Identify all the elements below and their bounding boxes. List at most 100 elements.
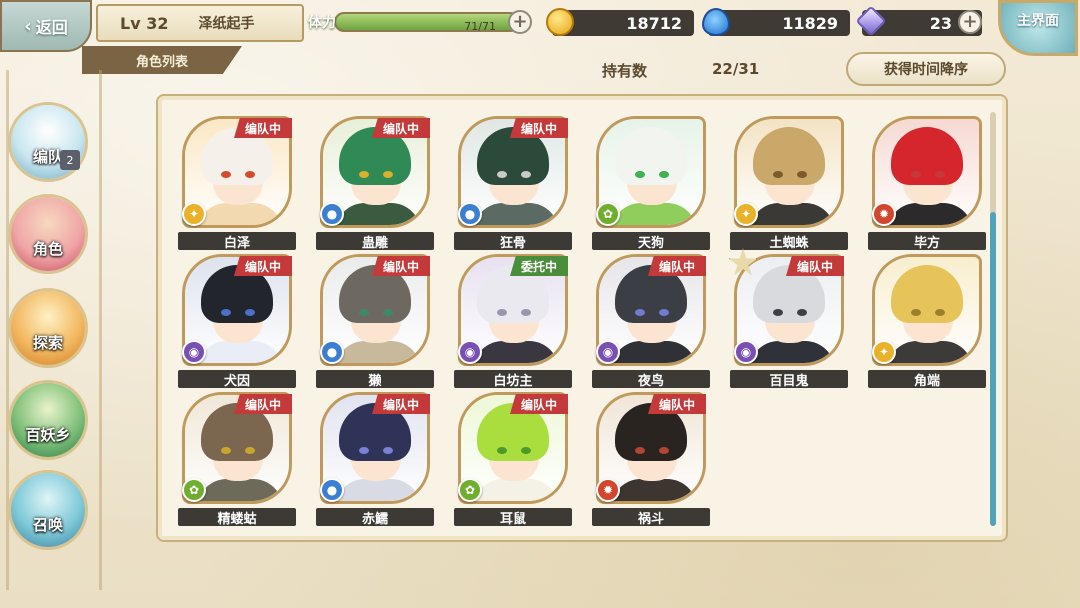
status-badge: 编队中 [648, 256, 706, 276]
nav-character-button[interactable]: 角色 [8, 194, 88, 274]
nav-explore-button[interactable]: 探索 [8, 288, 88, 368]
character-card[interactable]: ✦ 角端 [868, 254, 990, 390]
portrait-eye [773, 171, 783, 178]
portrait-eye [797, 309, 807, 316]
status-badge: 编队中 [648, 394, 706, 414]
character-card[interactable]: 编队中 ● 赤鱬 [316, 392, 438, 528]
character-card[interactable]: 委托中 ◉ 白坊主 [454, 254, 576, 390]
water-element-icon: ● [320, 340, 344, 364]
owned-count: 22/31 [712, 60, 760, 78]
section-tab: 角色列表 [82, 46, 242, 74]
stamina-meter: 体力 71/71 [308, 8, 534, 36]
character-icon [11, 197, 85, 271]
character-card[interactable]: 编队中 ✿ 精蝼蛄 [178, 392, 300, 528]
portrait-eye [497, 171, 507, 178]
sort-button[interactable]: 获得时间降序 [846, 52, 1006, 86]
character-name: 白泽 [178, 232, 296, 251]
status-badge: 编队中 [510, 394, 568, 414]
character-name: 天狗 [592, 232, 710, 251]
portrait-eye [245, 171, 255, 178]
portrait-eye [635, 447, 645, 454]
scroll-thumb[interactable] [990, 212, 996, 526]
coin-icon [546, 8, 574, 36]
player-level: Lv 32 [120, 13, 169, 33]
back-button[interactable]: ‹ 返回 [0, 0, 92, 52]
wind-element-icon: ✿ [596, 202, 620, 226]
player-level-plate: Lv 32 泽纸起手 [96, 4, 304, 42]
character-card[interactable]: 编队中 ◉ 百目鬼 [728, 248, 852, 390]
character-card[interactable]: ✿ 天狗 [592, 116, 714, 252]
character-card[interactable]: 编队中 ✦ 白泽 [178, 116, 300, 252]
home-button[interactable]: 主界面 [998, 0, 1078, 56]
dark-element-icon: ◉ [596, 340, 620, 364]
character-name: 獭 [316, 370, 434, 389]
team-count-badge: 2 [60, 150, 80, 170]
nav-explore-label: 探索 [32, 334, 63, 352]
dark-element-icon: ◉ [458, 340, 482, 364]
character-name: 精蝼蛄 [178, 508, 296, 527]
portrait-eye [383, 447, 393, 454]
nav-village-button[interactable]: 百妖乡 [8, 380, 88, 460]
portrait-eye [773, 309, 783, 316]
nav-village-label: 百妖乡 [25, 426, 71, 444]
character-name: 耳鼠 [454, 508, 572, 527]
nav-character-label: 角色 [32, 240, 63, 258]
portrait-eye [359, 447, 369, 454]
status-badge: 编队中 [786, 256, 844, 276]
character-card[interactable]: ✦ 土蜘蛛 [730, 116, 852, 252]
status-badge: 编队中 [372, 256, 430, 276]
character-name: 土蜘蛛 [730, 232, 848, 251]
add-stamina-button[interactable]: + [508, 10, 532, 34]
character-card[interactable]: 编队中 ◉ 夜鸟 [592, 254, 714, 390]
character-card[interactable]: 编队中 ● 狂骨 [454, 116, 576, 252]
player-name: 泽纸起手 [198, 16, 255, 32]
character-name: 毕方 [868, 232, 986, 251]
stamina-label: 体力 [308, 15, 336, 31]
nav-team-label: 编队 [32, 148, 63, 166]
summon-icon [11, 473, 85, 547]
character-card[interactable]: 编队中 ◉ 犬因 [178, 254, 300, 390]
character-card[interactable]: 编队中 ● 蛊雕 [316, 116, 438, 252]
explore-icon [11, 291, 85, 365]
wind-element-icon: ✿ [182, 478, 206, 502]
dark-element-icon: ◉ [734, 340, 758, 364]
status-badge: 编队中 [234, 394, 292, 414]
character-card[interactable]: 编队中 ✿ 耳鼠 [454, 392, 576, 528]
portrait-eye [797, 171, 807, 178]
character-name: 白坊主 [454, 370, 572, 389]
portrait-eye [359, 171, 369, 178]
light-element-icon: ✦ [734, 202, 758, 226]
portrait-eye [659, 171, 669, 178]
wind-element-icon: ✿ [458, 478, 482, 502]
nav-team-button[interactable]: 编队 [8, 102, 88, 182]
portrait-eye [659, 309, 669, 316]
status-badge: 编队中 [372, 394, 430, 414]
add-gem-button[interactable]: + [958, 10, 982, 34]
character-card[interactable]: 编队中 ● 獭 [316, 254, 438, 390]
stamina-value: 71/71 [464, 20, 496, 33]
nav-summon-button[interactable]: 召唤 [8, 470, 88, 550]
character-card[interactable]: ✹ 毕方 [868, 116, 990, 252]
light-element-icon: ✦ [182, 202, 206, 226]
character-name: 角端 [868, 370, 986, 389]
portrait-eye [245, 447, 255, 454]
status-badge: 编队中 [234, 256, 292, 276]
portrait-eye [635, 171, 645, 178]
portrait-eye [383, 171, 393, 178]
character-name: 百目鬼 [730, 370, 848, 389]
back-label: 返回 [35, 18, 68, 37]
portrait-eye [521, 171, 531, 178]
nav-summon-label: 召唤 [32, 516, 63, 534]
owned-label: 持有数 [602, 62, 648, 80]
character-name: 犬因 [178, 370, 296, 389]
character-name: 赤鱬 [316, 508, 434, 527]
light-element-icon: ✦ [872, 340, 896, 364]
portrait-eye [497, 447, 507, 454]
gem-amount: 23 [929, 13, 952, 33]
scrollbar[interactable] [990, 112, 996, 526]
fire-element-icon: ✹ [872, 202, 896, 226]
portrait-eye [935, 171, 945, 178]
character-card[interactable]: 编队中 ✹ 祸斗 [592, 392, 714, 528]
character-name: 蛊雕 [316, 232, 434, 251]
status-badge: 编队中 [510, 118, 568, 138]
